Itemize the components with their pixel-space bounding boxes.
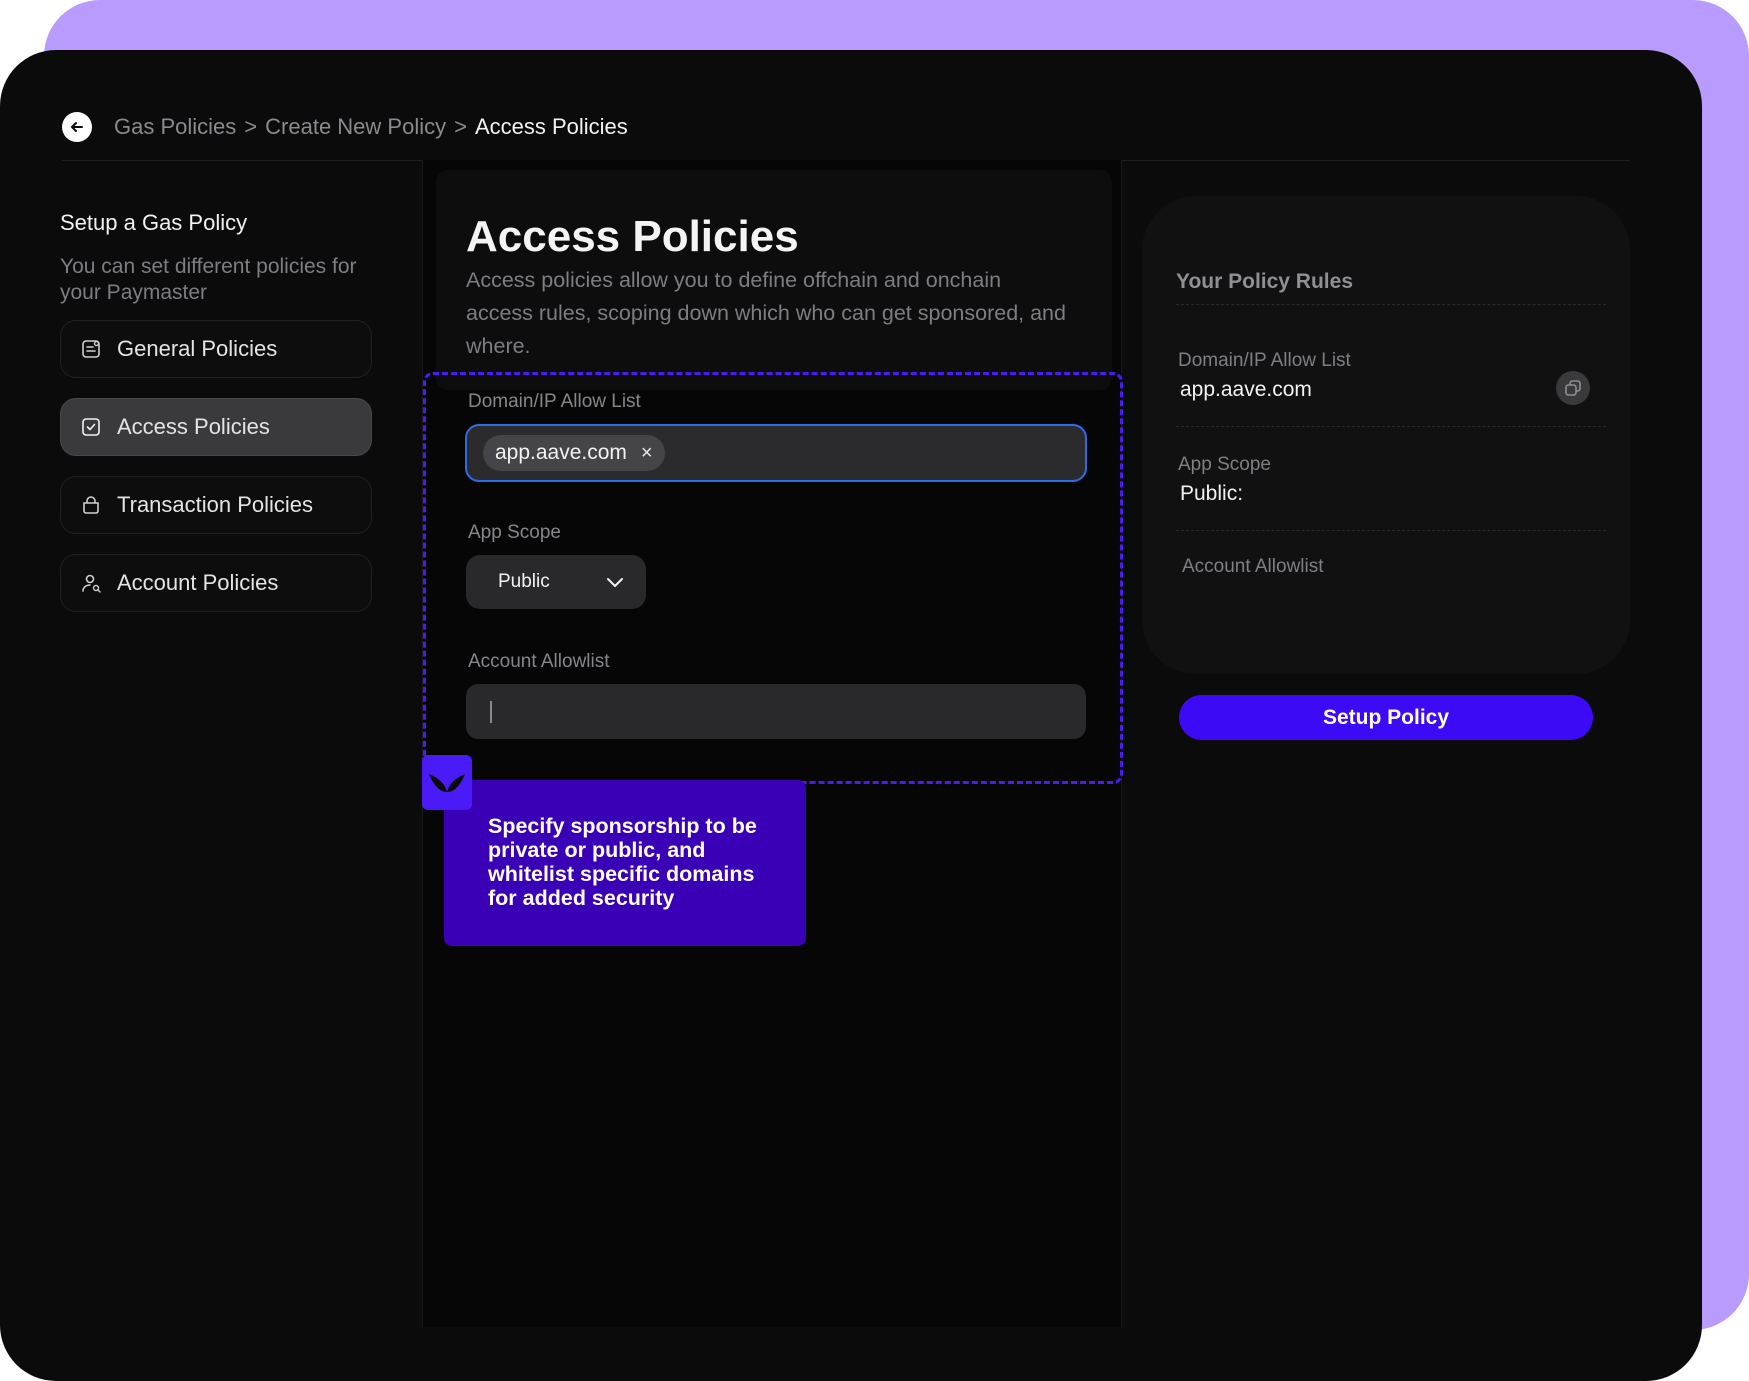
account-allowlist-label: Account Allowlist	[468, 651, 610, 672]
domain-allow-list-input[interactable]: app.aave.com ×	[465, 424, 1087, 482]
sidebar-item-label: Account Policies	[117, 570, 279, 595]
setup-policy-button[interactable]: Setup Policy	[1179, 695, 1593, 740]
bag-icon	[83, 496, 99, 514]
rule-scope-label: App Scope	[1178, 454, 1271, 475]
domain-tag: app.aave.com ×	[483, 435, 665, 471]
policy-rules-title: Your Policy Rules	[1176, 270, 1353, 293]
rule-domain-label: Domain/IP Allow List	[1178, 350, 1351, 371]
rule-allowlist-label: Account Allowlist	[1182, 556, 1324, 577]
sidebar-item-transaction-policies[interactable]: Transaction Policies	[60, 476, 372, 534]
setup-policy-label: Setup Policy	[1322, 705, 1450, 729]
stage: Gas Policies > Create New Policy > Acces…	[0, 0, 1749, 1381]
breadcrumb: Gas Policies > Create New Policy > Acces…	[114, 114, 628, 140]
breadcrumb-separator: >	[244, 114, 258, 139]
check-square-icon	[82, 418, 100, 436]
tooltip-badge	[422, 755, 472, 810]
sidebar: Setup a Gas Policy You can set different…	[60, 210, 372, 632]
tooltip: Specify sponsorship to be private or pub…	[444, 780, 806, 946]
sidebar-subtitle: You can set different policies for your …	[60, 255, 357, 304]
back-button[interactable]	[62, 112, 92, 142]
breadcrumb-gas-policies[interactable]: Gas Policies	[114, 114, 236, 140]
sidebar-item-label: General Policies	[117, 336, 278, 361]
breadcrumb-create-new-policy[interactable]: Create New Policy	[265, 114, 446, 140]
rule-scope-value: Public:	[1180, 482, 1244, 505]
sidebar-item-general-policies[interactable]: General Policies	[60, 320, 372, 378]
user-icon	[82, 574, 101, 593]
general-policy-icon	[82, 340, 100, 358]
domain-allow-list-label: Domain/IP Allow List	[468, 391, 641, 412]
remove-tag-icon[interactable]: ×	[641, 442, 653, 465]
copy-button[interactable]	[1556, 371, 1590, 405]
rules-divider	[1176, 304, 1606, 305]
sidebar-item-label: Access Policies	[117, 414, 270, 439]
app-scope-value: Public	[498, 571, 550, 592]
leaf-icon	[429, 773, 465, 792]
tooltip-text: Specify sponsorship to be private or pub…	[488, 814, 757, 910]
page-title: Access Policies	[466, 212, 799, 261]
copy-icon	[1565, 380, 1581, 396]
app-window: Gas Policies > Create New Policy > Acces…	[0, 50, 1702, 1381]
sidebar-item-access-policies[interactable]: Access Policies	[60, 398, 372, 456]
rules-divider	[1176, 530, 1606, 531]
breadcrumb-separator: >	[454, 114, 467, 139]
text-caret	[490, 700, 492, 723]
domain-tag-label: app.aave.com	[495, 441, 627, 464]
sidebar-item-label: Transaction Policies	[117, 492, 314, 517]
page-description: Access policies allow you to define offc…	[466, 268, 1066, 358]
arrow-left-icon	[71, 122, 83, 132]
sidebar-item-account-policies[interactable]: Account Policies	[60, 554, 372, 612]
app-scope-select[interactable]: Public	[466, 555, 646, 609]
policy-rules-card	[1142, 196, 1630, 674]
rules-divider	[1176, 426, 1606, 427]
account-allowlist-input[interactable]	[466, 684, 1086, 739]
app-scope-label: App Scope	[468, 522, 561, 543]
breadcrumb-current: Access Policies	[474, 114, 628, 139]
chevron-down-icon	[607, 578, 623, 587]
header: Gas Policies > Create New Policy > Acces…	[62, 104, 628, 150]
sidebar-title: Setup a Gas Policy	[60, 210, 248, 235]
rule-domain-value: app.aave.com	[1180, 378, 1312, 401]
